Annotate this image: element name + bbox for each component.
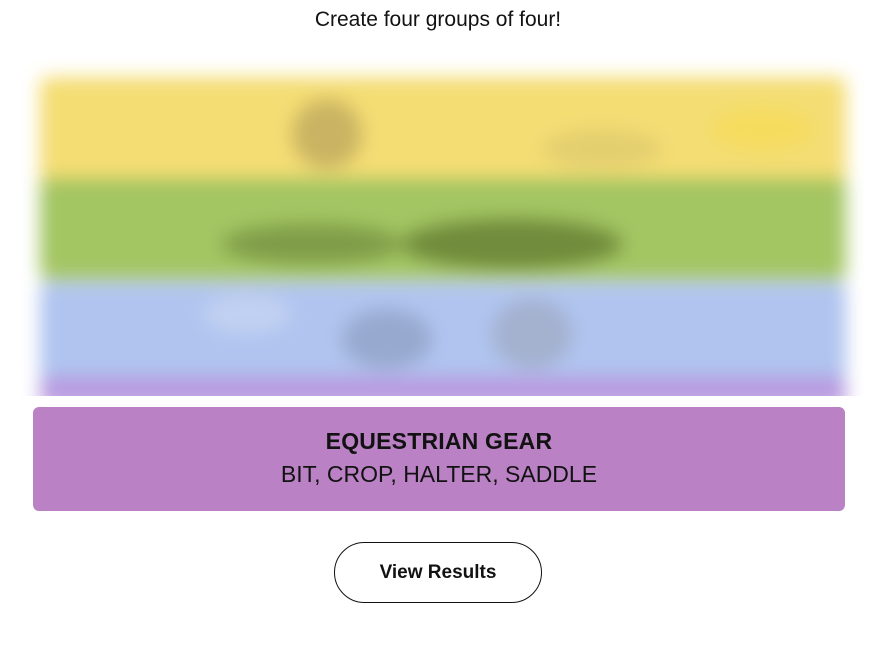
purple-group-band-edge xyxy=(40,377,846,396)
blue-group-band xyxy=(40,281,846,381)
solved-group-purple: EQUESTRIAN GEAR BIT, CROP, HALTER, SADDL… xyxy=(33,407,845,511)
blurred-tile-shape xyxy=(542,129,662,169)
view-results-button[interactable]: View Results xyxy=(334,542,542,603)
blurred-tile-shape xyxy=(292,99,362,169)
board-blur-layer xyxy=(22,59,864,396)
solved-group-title: EQUESTRIAN GEAR xyxy=(325,428,553,454)
blurred-game-board xyxy=(22,59,864,396)
instructions-text: Create four groups of four! xyxy=(314,8,562,31)
solved-group-members: BIT, CROP, HALTER, SADDLE xyxy=(280,461,598,487)
blurred-tile-shape xyxy=(402,219,622,269)
blurred-tile-shape xyxy=(222,224,402,264)
blurred-tile-shape xyxy=(342,309,432,369)
blurred-tile-shape xyxy=(712,109,812,149)
blurred-tile-shape xyxy=(202,294,292,334)
blurred-tile-shape xyxy=(492,299,572,369)
